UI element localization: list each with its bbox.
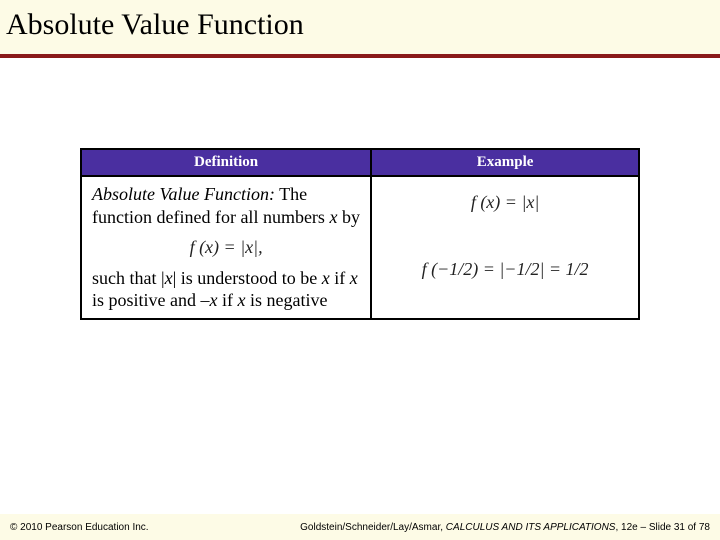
var-x-4: x — [350, 268, 358, 288]
definition-body-2a: such that | — [92, 268, 165, 288]
table-header-row: Definition Example — [81, 149, 639, 176]
example-cell: f (x) = |x| f (−1/2) = |−1/2| = 1/2 — [371, 176, 639, 319]
example-equation-1: f (x) = |x| — [382, 191, 628, 214]
header-definition: Definition — [81, 149, 371, 176]
var-x-2: x — [165, 268, 173, 288]
var-x-6: x — [238, 290, 246, 310]
table-row: Absolute Value Function: The function de… — [81, 176, 639, 319]
footer-book-title: CALCULUS AND ITS APPLICATIONS — [446, 522, 616, 533]
definition-example-table: Definition Example Absolute Value Functi… — [80, 148, 640, 320]
var-x-5: x — [210, 290, 218, 310]
spacer — [382, 222, 628, 250]
definition-body-2d: is positive and – — [92, 290, 210, 310]
definition-body-2e: if — [218, 290, 238, 310]
footer: © 2010 Pearson Education Inc. Goldstein/… — [0, 514, 720, 540]
footer-copyright: © 2010 Pearson Education Inc. — [10, 522, 149, 533]
footer-authors: Goldstein/Schneider/Lay/Asmar, — [300, 522, 446, 533]
example-equation-2: f (−1/2) = |−1/2| = 1/2 — [382, 258, 628, 281]
footer-citation: Goldstein/Schneider/Lay/Asmar, CALCULUS … — [300, 522, 710, 533]
definition-equation: f (x) = |x|, — [92, 236, 360, 259]
definition-body-2f: is negative — [246, 290, 328, 310]
header-example: Example — [371, 149, 639, 176]
footer-slide-info: , 12e – Slide 31 of 78 — [615, 522, 710, 533]
var-x-3: x — [322, 268, 330, 288]
definition-body-2b: | is understood to be — [173, 268, 322, 288]
definition-cell: Absolute Value Function: The function de… — [81, 176, 371, 319]
definition-body-2c: if — [330, 268, 350, 288]
definition-body-1-end: by — [337, 207, 360, 227]
content-area: Definition Example Absolute Value Functi… — [0, 58, 720, 320]
title-band: Absolute Value Function — [0, 0, 720, 58]
definition-term: Absolute Value Function: — [92, 184, 275, 204]
page-title: Absolute Value Function — [6, 8, 714, 42]
